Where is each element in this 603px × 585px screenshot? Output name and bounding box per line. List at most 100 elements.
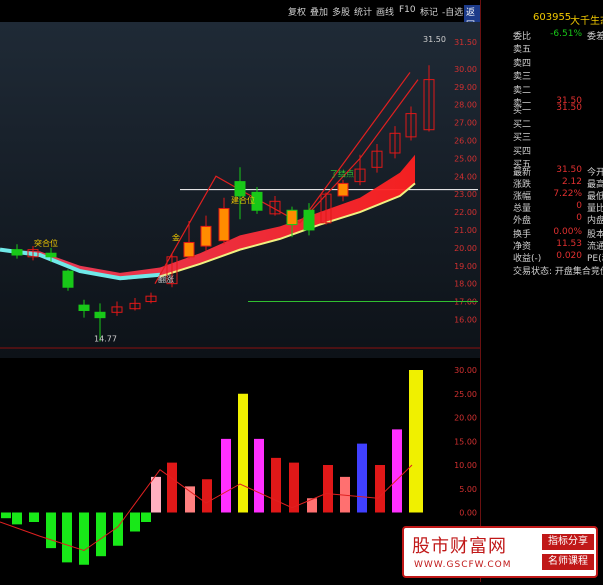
watermark-tag-1: 指标分享 [542,534,594,550]
histogram-bar-negative [79,513,89,565]
price-axis-label: 30.00 [454,65,477,74]
histogram-bar-negative [12,513,22,525]
chart-label-b: 建合位 [231,195,255,205]
price-axis-label: 23.00 [454,190,477,199]
histogram-bar-positive [151,477,161,513]
quote-value: 0 [576,213,582,223]
histogram-bar-positive [392,429,402,512]
quote-label: 买一 [513,103,531,116]
price-axis-label: 25.00 [454,154,477,163]
quote-label: 卖二 [513,83,531,96]
quote-panel: 603955 大千生态 委比 -6.51% 委差 交易状态: 开盘集合竞价 卖五… [480,0,603,582]
candle-body [12,250,22,255]
toolbar-statistics[interactable]: 统计 [354,5,372,18]
price-axis-label: 16.00 [454,315,477,324]
price-axis-label: 26.00 [454,136,477,145]
histogram-bar-positive [375,465,385,513]
candle-body [201,226,211,246]
toolbar-overlay[interactable]: 叠加 [310,5,328,18]
quote-label: 买三 [513,130,531,143]
quote-label: 卖三 [513,69,531,82]
histogram-bar-negative [1,513,11,519]
histogram-bar-positive [221,439,231,513]
quote-label: 外盘 [513,213,531,226]
candle-body [304,210,314,230]
toolbar-draw-line[interactable]: 画线 [376,5,394,18]
histogram-bar-negative [62,513,72,563]
price-axis-label: 28.00 [454,101,477,110]
quote-value: 0.00% [553,227,582,237]
price-axis-label: 24.00 [454,172,477,181]
candle-body [235,182,245,196]
histogram-bar-positive [238,394,248,513]
quote-value: 31.50 [556,165,582,175]
toolbar-multi-stock[interactable]: 多股 [332,5,350,18]
candle-body [184,242,194,256]
buy-row: 买三 [481,130,603,143]
sell-row: 卖四 [481,56,603,69]
quote-value: 7.22% [553,189,582,199]
histogram-bar-negative [141,513,151,523]
price-axis-label: 27.00 [454,119,477,128]
trading-status: 交易状态: 开盘集合竞价 [481,264,603,277]
histogram-bar-positive [357,444,367,513]
indicator-axis-label: 0.00 [459,509,477,518]
stat-row: 收益(-) 0.020 PE(动 [481,251,603,264]
histogram-bar-negative [130,513,140,532]
sell-row: 卖三 [481,69,603,82]
quote-value: 0 [576,201,582,211]
sell-row: 卖五 [481,42,603,55]
quote-label: 卖四 [513,56,531,69]
chart-label-a: 突合位 [34,238,58,248]
toolbar: 复权 叠加 多股 统计 画线 F10 标记 -自选 返回 [0,0,480,22]
watermark-logo: 股市财富网 [412,532,507,558]
price-axis-label: 21.00 [454,226,477,235]
stock-code: 603955 [533,12,571,23]
price-chart-svg: 31.50 30.00 29.00 28.00 27.00 26.00 25.00 24.00… [0,22,480,358]
toolbar-watchlist[interactable]: -自选 [442,5,463,18]
histogram-bar-negative [96,513,106,557]
price-axis-label: 18.00 [454,280,477,289]
quote-ext-label: 内盘 [587,213,603,226]
quote-stock-header: 603955 大千生态 [481,12,603,26]
price-chart[interactable]: 31.50 30.00 29.00 28.00 27.00 26.00 25.00 24.00… [0,22,480,358]
histogram-bar-last [409,370,420,513]
indicator-axis-label: 10.00 [454,461,477,470]
stat-row: 外盘 0 内盘 [481,213,603,226]
histogram-bar-positive [167,463,177,513]
histogram-bar-positive [185,486,195,512]
histogram-bar-positive [202,479,212,512]
quote-bid-ratio: 委比 -6.51% 委差 [481,29,603,42]
indicator-axis-label: 5.00 [459,485,477,494]
histogram-bar-negative [29,513,39,523]
toolbar-mark[interactable]: 标记 [420,5,438,18]
price-axis-label: 19.00 [454,262,477,271]
histogram-bar-positive [254,439,264,513]
watermark-tag-2: 名师课程 [542,554,594,570]
quote-label: 卖五 [513,42,531,55]
buy-row: 买一 31.50 [481,103,603,116]
quote-label: 收益(-) [513,251,541,264]
chart-label-e: 翻涨 [158,274,174,284]
high-price-label: 31.50 [423,35,446,44]
candle-body [63,271,73,287]
quote-value: 0.020 [556,251,582,261]
candle-body [287,210,297,224]
chart-label-d: 金 [172,233,180,243]
price-axis-label: 29.00 [454,83,477,92]
low-price-label: 14.77 [94,334,117,343]
histogram-bar-positive [323,465,333,513]
histogram-bar-negative [46,513,56,549]
watermark-banner: 股市财富网 WWW.GSCFW.COM 指标分享 名师课程 [402,526,598,578]
toolbar-f10[interactable]: F10 [399,5,416,15]
toolbar-restore-rights[interactable]: 复权 [288,5,306,18]
indicator-axis-label: 20.00 [454,414,477,423]
watermark-url: WWW.GSCFW.COM [414,560,512,570]
price-axis-label: 22.00 [454,208,477,217]
buy-row: 买四 [481,144,603,157]
quote-ext-label: PE(动 [587,251,603,264]
quote-label: 买二 [513,117,531,130]
quote-value: 31.50 [556,103,582,113]
price-axis-label: 31.50 [454,38,477,47]
indicator-axis-label: 30.00 [454,366,477,375]
